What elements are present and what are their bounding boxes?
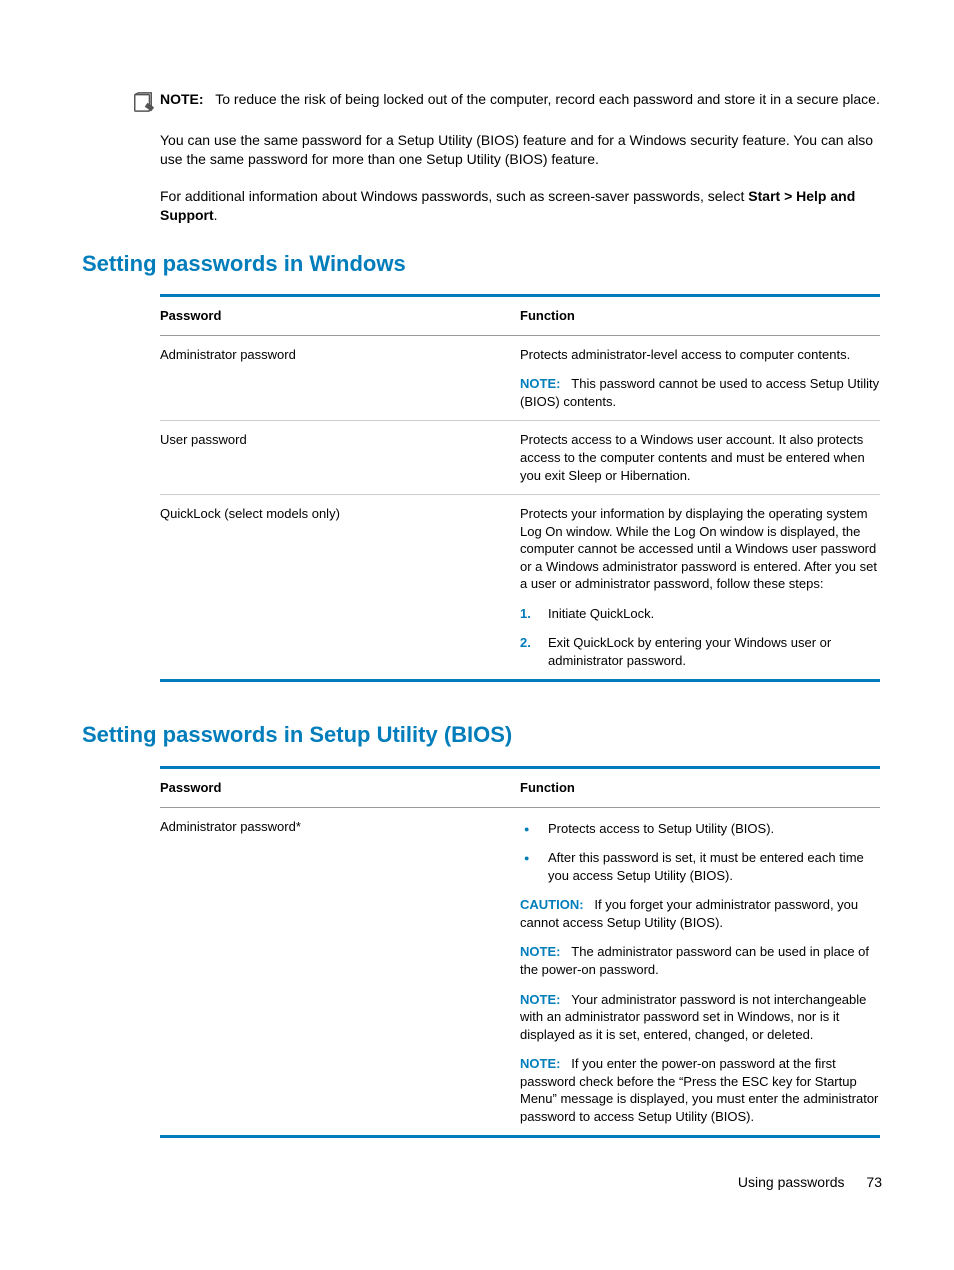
desc-text: Protects administrator-level access to c…	[520, 347, 850, 362]
password-name: User password	[160, 431, 520, 484]
password-function: Protects access to a Windows user accoun…	[520, 431, 880, 484]
inner-note: NOTE: Your administrator password is not…	[520, 991, 880, 1044]
note-label: NOTE:	[160, 91, 204, 107]
password-function: Protects access to Setup Utility (BIOS).…	[520, 818, 880, 1126]
note-body: This password cannot be used to access S…	[520, 376, 879, 409]
password-name: QuickLock (select models only)	[160, 505, 520, 669]
note-prefix: NOTE:	[520, 376, 560, 391]
quicklock-steps: Initiate QuickLock. Exit QuickLock by en…	[520, 605, 880, 670]
note-body: If you enter the power-on password at th…	[520, 1056, 878, 1124]
desc-text: Protects your information by displaying …	[520, 506, 877, 591]
intro-para-1: You can use the same password for a Setu…	[160, 131, 882, 169]
footer-section: Using passwords	[738, 1174, 845, 1190]
bios-password-table: Password Function Administrator password…	[160, 766, 880, 1138]
list-item: Protects access to Setup Utility (BIOS).	[520, 820, 880, 838]
page-footer: Using passwords 73	[738, 1173, 882, 1192]
col-header-function: Function	[520, 307, 880, 325]
password-function: Protects administrator-level access to c…	[520, 346, 880, 411]
password-name: Administrator password*	[160, 818, 520, 1126]
inner-caution: CAUTION: If you forget your administrato…	[520, 896, 880, 931]
col-header-function: Function	[520, 779, 880, 797]
top-note-block: NOTE: To reduce the risk of being locked…	[132, 90, 882, 113]
admin-bullets: Protects access to Setup Utility (BIOS).…	[520, 820, 880, 885]
table-header-row: Password Function	[160, 769, 880, 808]
top-note-text: NOTE: To reduce the risk of being locked…	[160, 90, 880, 109]
para2-post: .	[214, 207, 218, 223]
windows-password-table: Password Function Administrator password…	[160, 294, 880, 682]
table-row: Administrator password* Protects access …	[160, 808, 880, 1136]
note-prefix: NOTE:	[520, 992, 560, 1007]
list-item: Exit QuickLock by entering your Windows …	[520, 634, 880, 669]
para2-pre: For additional information about Windows…	[160, 188, 748, 204]
table-header-row: Password Function	[160, 297, 880, 336]
list-item: After this password is set, it must be e…	[520, 849, 880, 884]
intro-para-2: For additional information about Windows…	[160, 187, 882, 225]
caution-prefix: CAUTION:	[520, 897, 584, 912]
inner-note: NOTE: This password cannot be used to ac…	[520, 375, 880, 410]
note-icon	[132, 91, 154, 113]
password-name: Administrator password	[160, 346, 520, 411]
note-body: To reduce the risk of being locked out o…	[215, 91, 880, 107]
heading-windows-passwords: Setting passwords in Windows	[82, 249, 882, 279]
password-function: Protects your information by displaying …	[520, 505, 880, 669]
inner-note: NOTE: If you enter the power-on password…	[520, 1055, 880, 1125]
note-body: Your administrator password is not inter…	[520, 992, 866, 1042]
note-prefix: NOTE:	[520, 944, 560, 959]
table-row: User password Protects access to a Windo…	[160, 420, 880, 494]
col-header-password: Password	[160, 779, 520, 797]
note-body: The administrator password can be used i…	[520, 944, 869, 977]
heading-bios-passwords: Setting passwords in Setup Utility (BIOS…	[82, 720, 882, 750]
list-item: Initiate QuickLock.	[520, 605, 880, 623]
table-row: QuickLock (select models only) Protects …	[160, 494, 880, 679]
page-number: 73	[866, 1174, 882, 1190]
table-row: Administrator password Protects administ…	[160, 336, 880, 421]
note-prefix: NOTE:	[520, 1056, 560, 1071]
col-header-password: Password	[160, 307, 520, 325]
inner-note: NOTE: The administrator password can be …	[520, 943, 880, 978]
